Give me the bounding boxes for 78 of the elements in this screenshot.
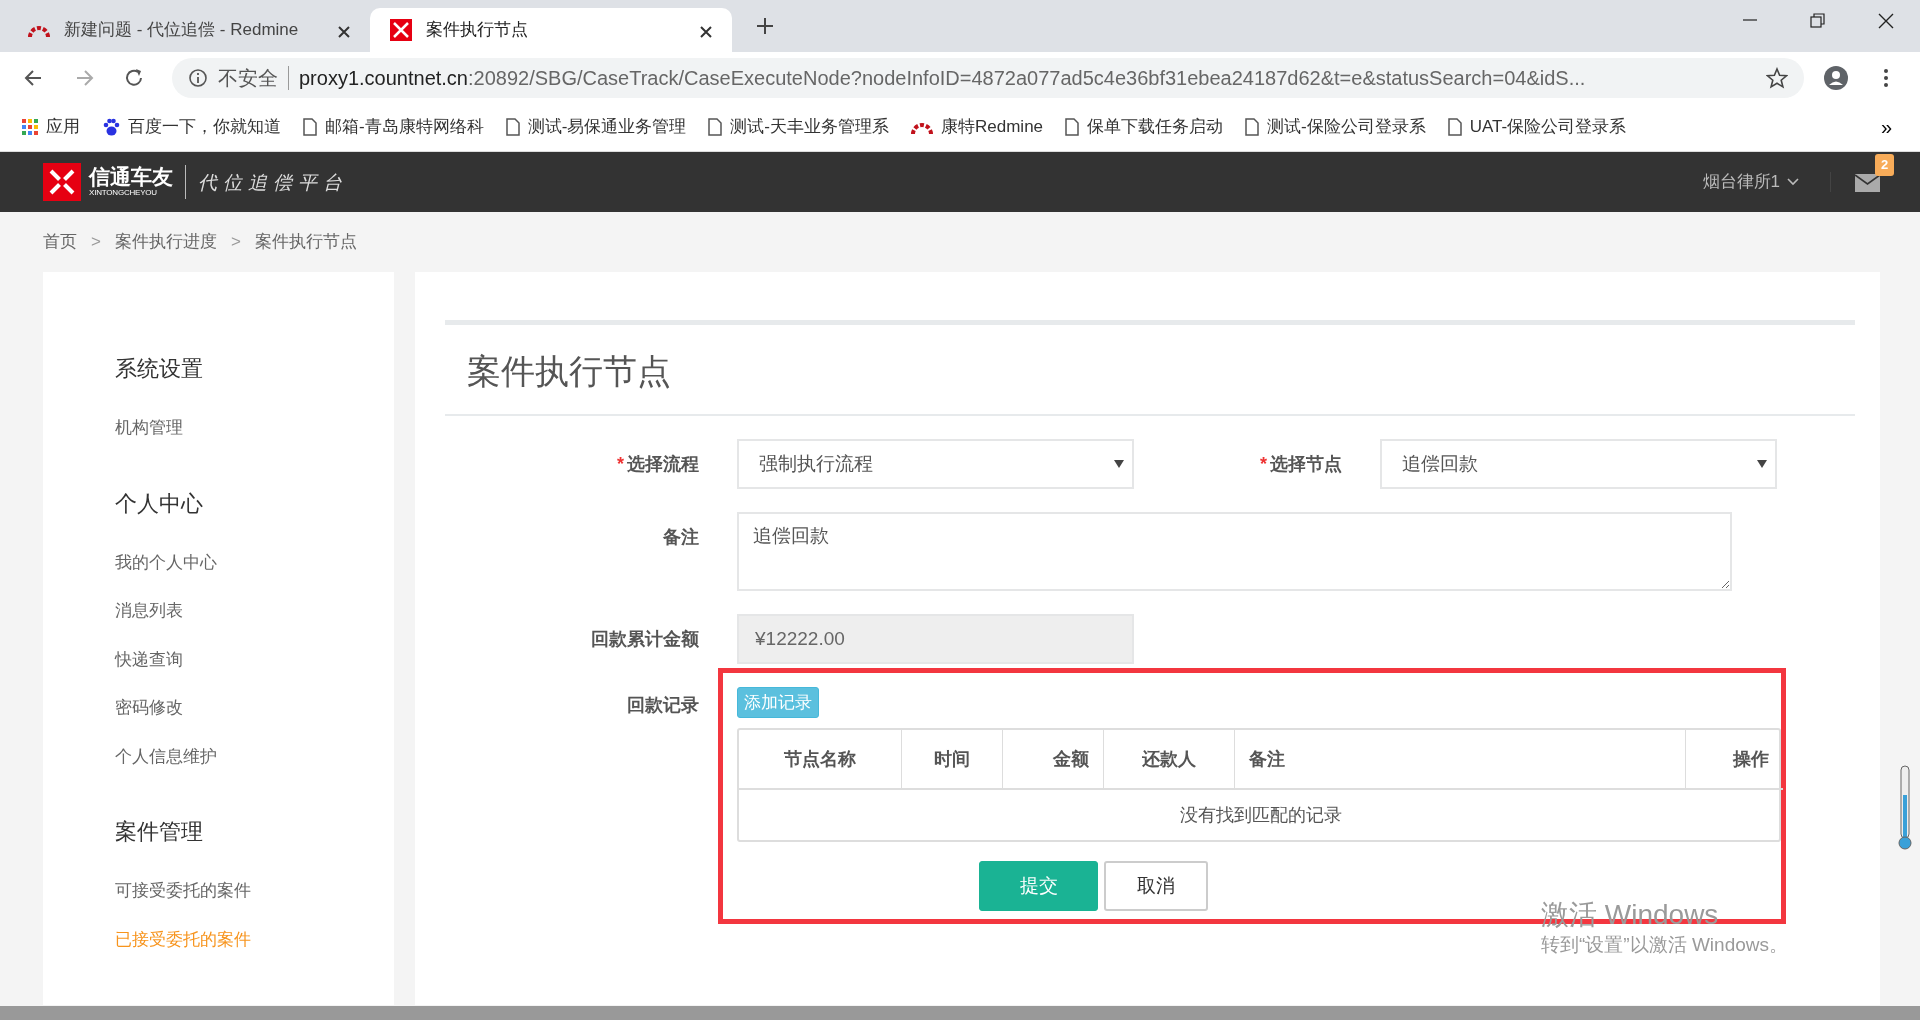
close-icon[interactable] — [699, 24, 713, 39]
bookmark[interactable]: 测试-易保通业务管理 — [505, 114, 687, 140]
browser-tab[interactable]: 新建问题 - 代位追偿 - Redmine — [8, 8, 370, 52]
column-header: 时间 — [901, 730, 1002, 790]
page-title: 案件执行节点 — [445, 325, 1855, 416]
field-label: 回款累计金额 — [590, 627, 700, 651]
bookmark[interactable]: 保单下载任务启动 — [1065, 114, 1224, 140]
url-text: proxy1.countnet.cn:20892/SBG/CaseTrack/CaseExecuteNode?nodeInfoID=4872a077ad5c4e36bf31ebea24187d62&t=e&statusSearch=04&idS... — [299, 65, 1587, 91]
security-label: 不安全 — [218, 65, 278, 91]
star-icon[interactable] — [1766, 66, 1788, 89]
page-icon — [1447, 118, 1462, 136]
bookmark[interactable]: 测试-保险公司登录系 — [1245, 114, 1426, 140]
field-label: 回款记录 — [626, 693, 700, 717]
sidebar-item[interactable]: 我的个人中心 — [115, 549, 217, 575]
activation-notice: 转到“设置”以激活 Windows。 — [1541, 932, 1788, 957]
column-header: 还款人 — [1103, 730, 1234, 790]
thermometer-icon — [1898, 765, 1912, 851]
chevron-down-icon — [1786, 177, 1800, 187]
cancel-button[interactable]: 取消 — [1104, 861, 1208, 912]
sidebar-item[interactable]: 快递查询 — [115, 646, 183, 672]
sidebar-item[interactable]: 消息列表 — [115, 598, 183, 624]
brand-subtitle: XINTONGCHEYOU — [89, 187, 158, 199]
caret-icon — [1757, 459, 1767, 468]
info-icon — [188, 67, 208, 88]
select-field[interactable]: 强制执行流程 — [737, 438, 1134, 489]
more-bookmarks-button[interactable]: » — [1874, 111, 1898, 143]
bookmark[interactable]: UAT-保险公司登录系 — [1447, 114, 1627, 140]
sidebar-item[interactable]: 机构管理 — [115, 415, 183, 441]
logo-icon — [43, 163, 81, 201]
close-icon[interactable] — [1877, 12, 1895, 30]
column-header: 备注 — [1234, 730, 1685, 790]
sidebar-item[interactable]: 密码修改 — [115, 695, 183, 721]
field-label: * 选择节点 — [1259, 452, 1343, 476]
browser-tab[interactable]: 案件执行节点 — [370, 8, 732, 52]
page-icon — [303, 118, 317, 136]
breadcrumb-separator: > — [230, 231, 241, 254]
column-header: 金额 — [1002, 730, 1103, 790]
breadcrumb-link[interactable]: 案件执行进度 — [114, 229, 217, 255]
remark-field[interactable]: 追偿回款 — [737, 511, 1732, 591]
field-label: * 选择流程 — [616, 452, 700, 476]
user-menu[interactable]: 烟台律所1 — [1696, 168, 1806, 196]
logo-icon — [390, 19, 412, 41]
sidebar-heading: 系统设置 — [115, 355, 204, 383]
breadcrumb-current: 案件执行节点 — [254, 231, 357, 254]
bookmark[interactable]: 测试-天丰业务管理系 — [708, 114, 889, 140]
plus-icon[interactable] — [756, 16, 774, 35]
bookmark[interactable]: 康特Redmine — [911, 114, 1044, 140]
breadcrumb-link[interactable]: 首页 — [43, 229, 77, 255]
close-icon[interactable] — [337, 24, 351, 39]
brand-name: 信通车友 — [89, 165, 173, 187]
mail-icon[interactable] — [1855, 173, 1880, 192]
apps-grid-icon — [22, 119, 38, 135]
menu-icon[interactable] — [1883, 66, 1889, 89]
empty-message: 没有找到匹配的记录 — [739, 789, 1783, 841]
page-icon — [1245, 118, 1260, 136]
paw-icon — [102, 118, 120, 136]
caret-icon — [1114, 459, 1124, 468]
reload-icon[interactable] — [123, 66, 145, 89]
sidebar-heading: 案件管理 — [115, 818, 204, 846]
page-icon — [708, 118, 723, 136]
page-icon — [505, 118, 520, 136]
restore-icon[interactable] — [1809, 12, 1827, 30]
bookmark[interactable]: 邮箱-青岛康特网络科 — [303, 114, 484, 140]
select-field[interactable]: 追偿回款 — [1380, 438, 1777, 489]
platform-slogan: 代位追偿平台 — [198, 169, 348, 195]
column-header: 节点名称 — [739, 730, 901, 790]
column-header: 操作 — [1685, 730, 1783, 790]
field-label: 备注 — [662, 525, 700, 549]
breadcrumb-separator: > — [91, 231, 101, 254]
bookmark[interactable]: 百度一下，你就知道 — [102, 114, 281, 140]
bookmark[interactable]: 应用 — [22, 114, 80, 140]
sidebar-heading: 个人中心 — [115, 489, 204, 518]
sidebar-item[interactable]: 个人信息维护 — [115, 743, 217, 769]
page-icon — [1065, 118, 1080, 136]
account-icon[interactable] — [1823, 64, 1849, 91]
sidebar-item[interactable]: 可接受委托的案件 — [115, 878, 251, 904]
address-bar[interactable]: 不安全 proxy1.countnet.cn:20892/SBG/CaseTrack/CaseExecuteNode?nodeInfoID=4872a077ad5c4e36bf31ebea24187d62&t=e&statusSearch=04&idS... — [172, 57, 1804, 98]
notification-count: 2 — [1875, 154, 1895, 176]
